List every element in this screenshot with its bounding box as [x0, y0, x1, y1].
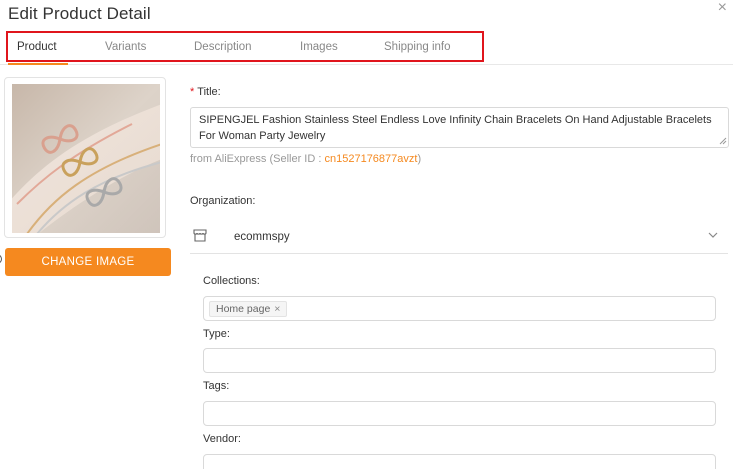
resize-grip-icon[interactable] — [719, 137, 727, 145]
close-icon[interactable]: × — [718, 0, 727, 16]
tabs-highlight-box — [6, 31, 484, 62]
vendor-label: Vendor: — [203, 433, 241, 445]
source-prefix: from AliExpress (Seller ID : — [190, 153, 325, 165]
tags-label: Tags: — [203, 380, 230, 392]
required-mark: * — [190, 86, 195, 98]
source-line: from AliExpress (Seller ID : cn152717687… — [190, 153, 421, 165]
source-suffix: ) — [417, 153, 422, 165]
product-image-frame — [4, 77, 166, 238]
chevron-down-icon — [708, 232, 718, 238]
store-icon — [193, 229, 207, 242]
collection-tag-home-page: Home page × — [209, 301, 288, 317]
organization-label: Organization: — [190, 195, 256, 207]
active-tab-indicator — [8, 63, 68, 65]
type-label: Type: — [203, 328, 230, 340]
collection-tag-label: Home page — [216, 303, 271, 315]
type-input[interactable] — [203, 348, 716, 373]
title-label: * Title: — [190, 86, 221, 98]
seller-id-link[interactable]: cn1527176877avzt — [324, 153, 417, 165]
vendor-input[interactable] — [203, 454, 716, 469]
title-label-text: Title: — [197, 86, 221, 98]
modal-title: Edit Product Detail — [8, 4, 151, 23]
edge-marker — [0, 254, 2, 264]
tags-input[interactable] — [203, 401, 716, 426]
title-textarea[interactable] — [190, 107, 729, 148]
product-image — [12, 84, 160, 233]
organization-store-name: ecommspy — [234, 231, 290, 243]
tag-remove-icon[interactable]: × — [274, 303, 280, 315]
change-image-button[interactable]: CHANGE IMAGE — [5, 248, 171, 276]
collections-label: Collections: — [203, 275, 260, 287]
organization-select[interactable]: ecommspy — [190, 222, 728, 254]
collections-input[interactable]: Home page × — [203, 296, 716, 321]
